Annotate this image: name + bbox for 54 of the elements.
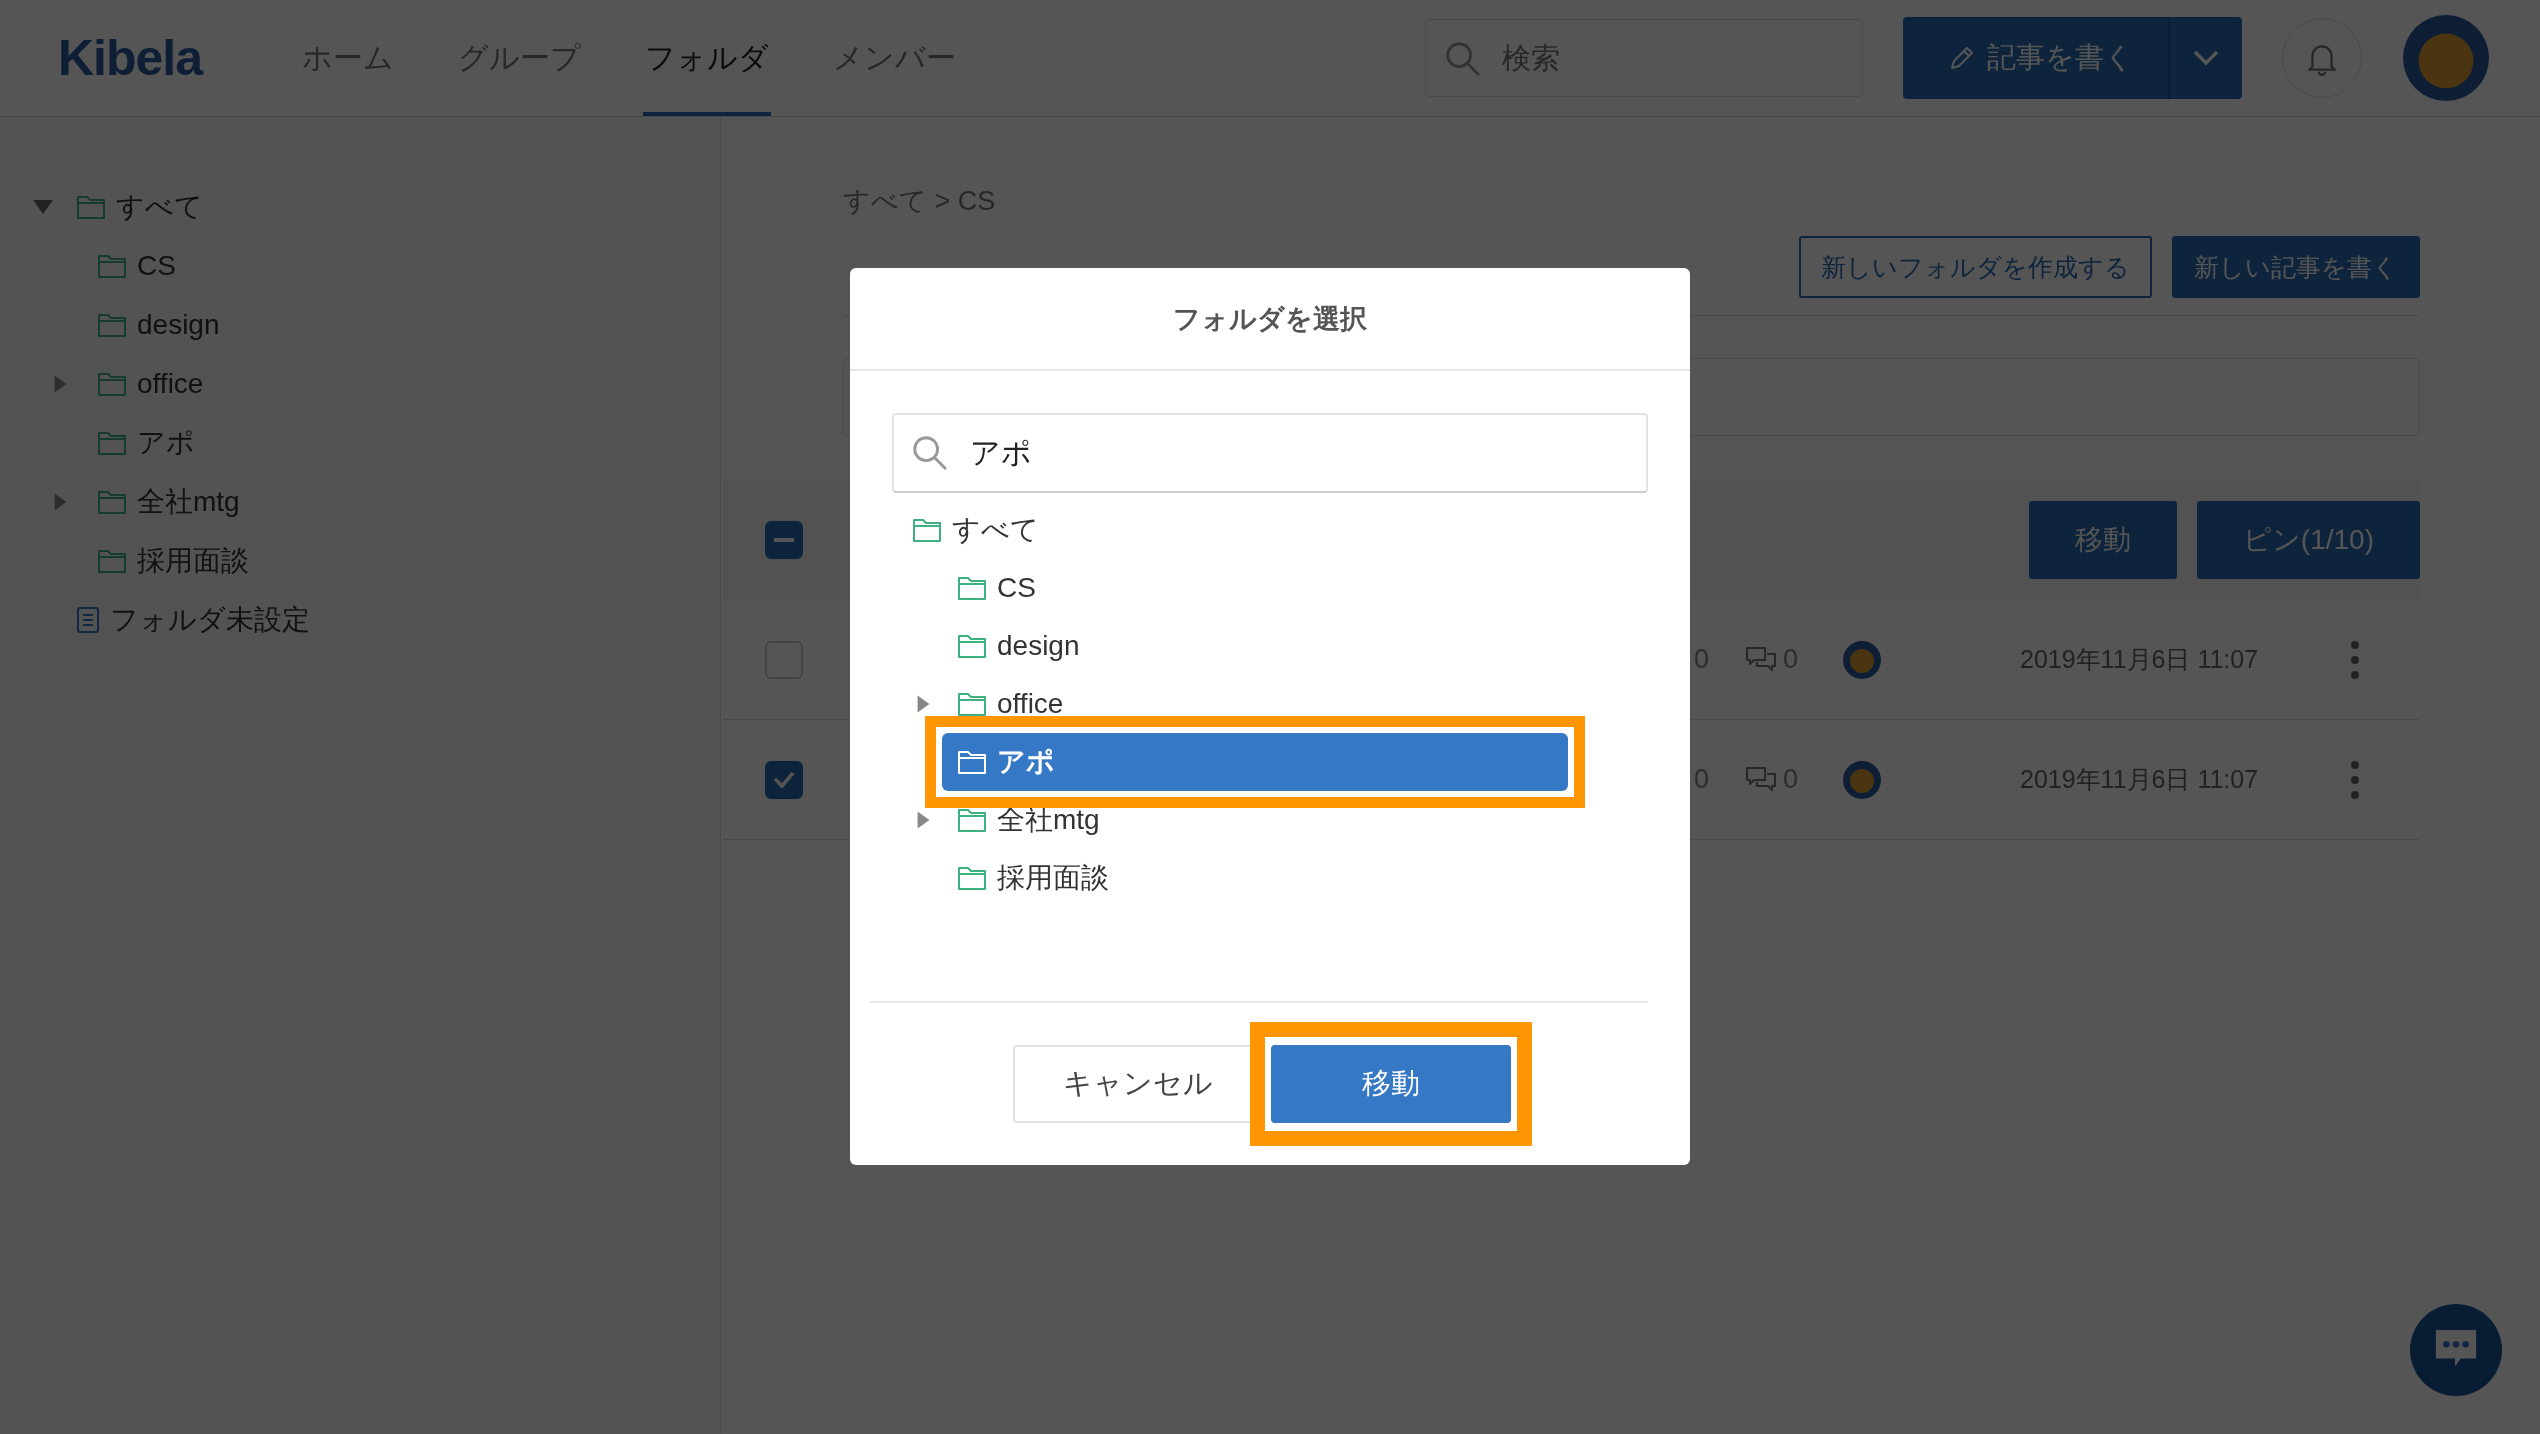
folder-item[interactable]: すべて — [897, 501, 1523, 560]
folder-icon — [957, 749, 987, 776]
more-icon[interactable] — [2350, 639, 2360, 680]
folder-icon — [97, 547, 127, 574]
checkbox[interactable] — [765, 521, 803, 559]
document-icon — [76, 605, 100, 634]
folder-icon — [957, 633, 987, 660]
folder-item[interactable]: アポ — [97, 423, 195, 462]
avatar-icon[interactable] — [2402, 14, 2490, 102]
checkmark-icon — [773, 771, 795, 788]
folder-item[interactable]: office — [97, 367, 204, 400]
chevron-down-icon — [2191, 48, 2221, 68]
action-button[interactable]: 新しい記事を書く — [2172, 236, 2420, 298]
folder-item[interactable]: CS — [97, 249, 176, 282]
move-button[interactable]: 移動 — [1270, 1045, 1511, 1124]
minus-icon — [774, 538, 794, 542]
folder-item[interactable]: フォルダ未設定 — [76, 600, 310, 639]
folder-icon — [957, 691, 987, 718]
folder-icon — [912, 517, 942, 544]
folder-icon — [97, 370, 127, 397]
toolbar-button[interactable]: ピン(1/10) — [2196, 501, 2420, 579]
checkbox[interactable] — [765, 760, 803, 799]
dropdown-button[interactable] — [2168, 17, 2242, 99]
folder-icon — [957, 807, 987, 834]
dialog-title: フォルダを選択 — [850, 268, 1690, 372]
toolbar-button[interactable]: 移動 — [2028, 501, 2177, 579]
folder-item[interactable]: CS — [942, 559, 1568, 618]
folder-item[interactable]: design — [942, 617, 1568, 676]
folder-icon — [97, 311, 127, 338]
action-button[interactable]: 新しいフォルダを作成する — [1799, 236, 2152, 298]
search-icon — [910, 433, 948, 472]
folder-item[interactable]: 採用面談 — [942, 849, 1568, 908]
folder-item[interactable]: すべて — [76, 187, 203, 226]
folder-item[interactable]: アポ — [942, 733, 1568, 792]
folder-item[interactable]: 全社mtg — [942, 791, 1568, 850]
folder-icon — [97, 429, 127, 456]
folder-icon — [97, 252, 127, 279]
folder-item[interactable]: design — [97, 308, 220, 341]
more-icon[interactable] — [2350, 759, 2360, 800]
logo[interactable]: Kibela — [58, 29, 208, 87]
folder-icon — [957, 865, 987, 892]
folder-item[interactable]: 全社mtg — [97, 482, 240, 521]
folder-item[interactable]: office — [942, 675, 1568, 734]
folder-icon — [97, 488, 127, 515]
avatar-icon — [1842, 759, 1882, 800]
search-field[interactable]: アポ — [892, 413, 1648, 494]
comment-icon — [1744, 645, 1777, 674]
comment-icon — [1744, 765, 1777, 794]
folder-icon — [76, 193, 106, 220]
write-button[interactable]: 記事を書く — [1903, 17, 2168, 99]
folder-icon — [957, 575, 987, 602]
search-icon — [1443, 39, 1481, 77]
avatar-icon — [1842, 639, 1882, 680]
folder-item[interactable]: 採用面談 — [97, 541, 249, 580]
